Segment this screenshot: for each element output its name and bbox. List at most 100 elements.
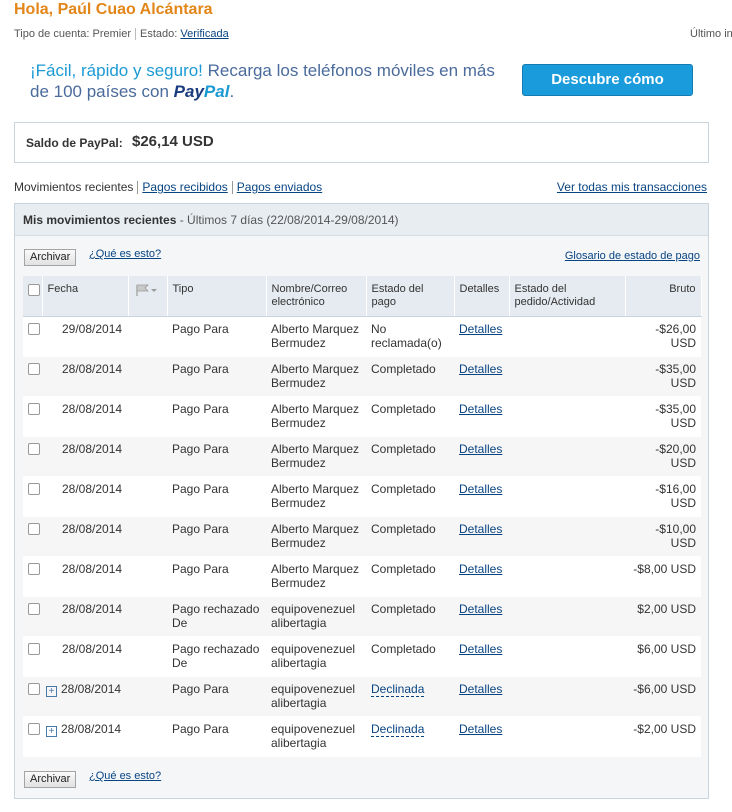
date: 28/08/2014 xyxy=(62,521,123,536)
type: Pago Para xyxy=(172,361,229,376)
payment-status: Completado xyxy=(371,601,436,616)
status-cell: Declinada xyxy=(366,716,454,757)
row-checkbox[interactable] xyxy=(28,402,40,415)
details-link[interactable]: Detalles xyxy=(459,682,502,696)
order-status-cell xyxy=(509,516,625,557)
gross-cell: -$35,00 USD xyxy=(625,356,701,397)
name: Alberto Marquez Bermudez xyxy=(271,521,360,550)
row-checkbox[interactable] xyxy=(28,322,40,335)
payment-status: Completado xyxy=(371,441,436,456)
table-header-row: Fecha Tipo Nombre/Correo electrónico Est… xyxy=(23,276,702,317)
row-checkbox[interactable] xyxy=(28,362,40,375)
order-status-cell xyxy=(509,396,625,437)
details-link[interactable]: Detalles xyxy=(459,642,502,656)
date: 28/08/2014 xyxy=(62,361,123,376)
whats-this-link-bottom[interactable]: ¿Qué es esto? xyxy=(89,770,161,782)
payment-status: Completado xyxy=(371,361,436,376)
gross-amount: -$6,00 USD xyxy=(633,681,696,696)
name: Alberto Marquez Bermudez xyxy=(271,441,360,470)
col-name-email[interactable]: Nombre/Correo electrónico xyxy=(266,276,367,317)
col-type[interactable]: Tipo xyxy=(167,276,267,317)
transactions-body: 29/08/2014 Pago Para Alberto Marquez Bermu… xyxy=(23,316,701,757)
details-link[interactable]: Detalles xyxy=(459,482,502,496)
details-cell: Detalles xyxy=(454,676,509,717)
date-cell: 28/08/2014 xyxy=(42,396,167,437)
whats-this-link[interactable]: ¿Qué es esto? xyxy=(89,248,161,260)
table-row: 28/08/2014 Pago Para Alberto Marquez Bermu… xyxy=(23,476,701,517)
select-all-checkbox[interactable] xyxy=(28,284,40,296)
view-all-transactions-link[interactable]: Ver todas mis transacciones xyxy=(557,180,707,194)
divider xyxy=(137,181,139,195)
tab-payments-received[interactable]: Pagos recibidos xyxy=(142,180,227,194)
date: 28/08/2014 xyxy=(61,681,122,696)
details-link[interactable]: Detalles xyxy=(459,522,502,536)
col-gross[interactable]: Bruto xyxy=(625,276,702,317)
select-cell xyxy=(23,396,42,437)
order-status-cell xyxy=(509,436,625,477)
date-cell: 28/08/2014 xyxy=(42,636,167,677)
greeting: Hola, Paúl Cuao Alcántara xyxy=(14,1,213,18)
status-cell: Completado xyxy=(366,556,454,597)
date: 29/08/2014 xyxy=(62,321,123,336)
select-all-cell xyxy=(23,276,43,317)
promo-end: . xyxy=(229,82,235,101)
name: Alberto Marquez Bermudez xyxy=(271,561,360,590)
discover-how-button[interactable]: Descubre cómo xyxy=(522,64,693,96)
date: 28/08/2014 xyxy=(62,481,123,496)
row-checkbox[interactable] xyxy=(28,562,40,575)
table-row: 28/08/2014 Pago Para Alberto Marquez Bermu… xyxy=(23,436,701,477)
row-checkbox[interactable] xyxy=(28,642,40,655)
tab-recent-activity[interactable]: Movimientos recientes xyxy=(14,180,133,194)
payment-status-glossary-link[interactable]: Glosario de estado de pago xyxy=(565,250,700,262)
status-cell: No reclamada(o) xyxy=(366,316,454,357)
table-row: +28/08/2014 Pago Para equipovenezuel alibe… xyxy=(23,716,701,757)
divider xyxy=(231,181,233,195)
expand-icon[interactable]: + xyxy=(46,685,57,697)
date: 28/08/2014 xyxy=(62,601,123,616)
details-cell: Detalles xyxy=(454,356,509,397)
order-status-cell xyxy=(509,356,625,397)
col-date[interactable]: Fecha xyxy=(42,276,129,317)
details-cell: Detalles xyxy=(454,556,509,597)
verified-status-link[interactable]: Verificada xyxy=(180,28,228,40)
date: 28/08/2014 xyxy=(62,401,123,416)
details-link[interactable]: Detalles xyxy=(459,322,502,336)
details-link[interactable]: Detalles xyxy=(459,362,502,376)
details-link[interactable]: Detalles xyxy=(459,722,502,736)
row-checkbox[interactable] xyxy=(28,722,40,735)
row-checkbox[interactable] xyxy=(28,602,40,615)
account-info: Tipo de cuenta: Premier Estado: Verificad… xyxy=(14,28,229,41)
gross-cell: -$26,00 USD xyxy=(625,316,701,357)
status-cell: Completado xyxy=(366,436,454,477)
archive-button-bottom[interactable]: Archivar xyxy=(24,771,77,788)
table-row: 28/08/2014 Pago rechazado De equipovenezue… xyxy=(23,636,701,677)
tab-payments-sent[interactable]: Pagos enviados xyxy=(237,180,322,194)
date-cell: 29/08/2014 xyxy=(42,316,167,357)
expand-icon[interactable]: + xyxy=(46,725,57,737)
gross-cell: -$10,00 USD xyxy=(625,516,701,557)
panel-title: Mis movimientos recientes xyxy=(23,213,177,227)
name-cell: Alberto Marquez Bermudez xyxy=(266,396,366,437)
archive-button[interactable]: Archivar xyxy=(24,249,77,266)
promo-highlight: ¡Fácil, rápido y seguro! xyxy=(30,61,203,80)
status-link[interactable]: Declinada xyxy=(371,721,425,737)
row-checkbox[interactable] xyxy=(28,442,40,455)
row-checkbox[interactable] xyxy=(28,682,40,695)
details-link[interactable]: Detalles xyxy=(459,602,502,616)
gross-cell: -$6,00 USD xyxy=(625,676,701,717)
select-cell xyxy=(23,636,42,677)
row-checkbox[interactable] xyxy=(28,522,40,535)
col-payment-status[interactable]: Estado del pago xyxy=(366,276,455,317)
name: equipovenezuel alibertagia xyxy=(271,721,356,750)
recent-activity-panel: Mis movimientos recientes - Últimos 7 dí… xyxy=(14,203,709,799)
col-flag[interactable] xyxy=(128,276,168,317)
details-cell: Detalles xyxy=(454,716,509,757)
status-link[interactable]: Declinada xyxy=(371,681,425,697)
status-cell: Completado xyxy=(366,596,454,637)
payment-status: Completado xyxy=(371,641,436,656)
details-link[interactable]: Detalles xyxy=(459,442,502,456)
details-link[interactable]: Detalles xyxy=(459,562,502,576)
date-cell: +28/08/2014 xyxy=(42,716,167,757)
row-checkbox[interactable] xyxy=(28,482,40,495)
details-link[interactable]: Detalles xyxy=(459,402,502,416)
